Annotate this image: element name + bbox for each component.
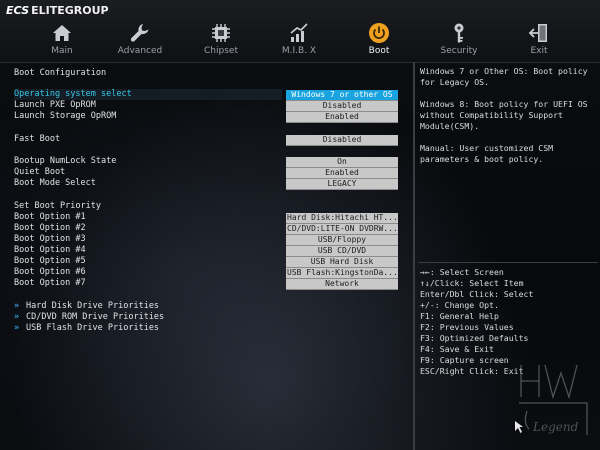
tab-security-label: Security bbox=[440, 46, 478, 56]
key-hint: ↑↓/Click: Select Item bbox=[420, 278, 524, 288]
submenu-arrow-icon: » bbox=[14, 301, 20, 311]
tab-advanced-label: Advanced bbox=[117, 46, 163, 56]
tab-boot[interactable]: Boot bbox=[349, 22, 409, 60]
boot-option-3-label[interactable]: Boot Option #3 bbox=[14, 234, 86, 245]
boot-mode-value[interactable]: LEGACY bbox=[286, 179, 398, 190]
key-hint: +/-: Change Opt. bbox=[420, 300, 499, 310]
tab-main[interactable]: Main bbox=[32, 22, 92, 60]
boot-option-5-label[interactable]: Boot Option #5 bbox=[14, 256, 86, 267]
submenu-cdrom-priorities[interactable]: » CD/DVD ROM Drive Priorities bbox=[14, 312, 164, 323]
priority-title: Set Boot Priority bbox=[14, 201, 101, 211]
fast-boot-value[interactable]: Disabled bbox=[286, 135, 398, 146]
boot-option-2-label[interactable]: Boot Option #2 bbox=[14, 223, 86, 234]
boot-option-1-value[interactable]: Hard Disk:Hitachi HT... bbox=[286, 213, 398, 224]
key-hint: F4: Save & Exit bbox=[420, 344, 494, 354]
chip-icon bbox=[212, 24, 230, 42]
home-icon bbox=[53, 25, 71, 41]
tab-exit[interactable]: Exit bbox=[509, 22, 569, 60]
submenu-usb-priorities[interactable]: » USB Flash Drive Priorities bbox=[14, 323, 159, 334]
submenu-arrow-icon: » bbox=[14, 312, 20, 322]
boot-option-4-label[interactable]: Boot Option #4 bbox=[14, 245, 86, 256]
boot-option-6-value[interactable]: USB Flash:KingstonDa... bbox=[286, 268, 398, 279]
key-hint: F1: General Help bbox=[420, 311, 499, 321]
exit-icon bbox=[528, 24, 547, 42]
quiet-boot-label[interactable]: Quiet Boot bbox=[14, 167, 65, 178]
pxe-oprom-value[interactable]: Disabled bbox=[286, 101, 398, 112]
storage-oprom-value[interactable]: Enabled bbox=[286, 112, 398, 123]
panel-divider bbox=[413, 62, 415, 450]
tab-mibx-label: M.I.B. X bbox=[281, 46, 317, 56]
key-hint: F2: Previous Values bbox=[420, 322, 514, 332]
top-navigation-bar: ECS ELITEGROUP Main Advanced Chipset M.I.… bbox=[0, 0, 600, 63]
boot-mode-label[interactable]: Boot Mode Select bbox=[14, 178, 96, 189]
chart-icon bbox=[290, 23, 308, 42]
svg-text:Legend: Legend bbox=[532, 420, 579, 434]
key-hint: →←: Select Screen bbox=[420, 267, 504, 277]
tab-exit-label: Exit bbox=[530, 46, 548, 56]
quiet-boot-value[interactable]: Enabled bbox=[286, 168, 398, 179]
power-icon bbox=[369, 23, 389, 43]
boot-option-2-value[interactable]: CD/DVD:LITE-ON DVDRW... bbox=[286, 224, 398, 235]
brand-logo: ECS ELITEGROUP bbox=[6, 4, 109, 17]
boot-settings-panel: Boot Configuration Operating system sele… bbox=[0, 62, 412, 450]
os-select-value[interactable]: Windows 7 or other OS bbox=[286, 90, 398, 101]
wrench-icon bbox=[130, 24, 149, 42]
submenu-arrow-icon: » bbox=[14, 323, 20, 333]
tab-chipset[interactable]: Chipset bbox=[191, 22, 251, 60]
tab-security[interactable]: Security bbox=[429, 22, 489, 60]
tab-main-label: Main bbox=[51, 46, 73, 56]
storage-oprom-label[interactable]: Launch Storage OpROM bbox=[14, 111, 116, 122]
brand-ecs: ECS bbox=[6, 4, 30, 17]
boot-option-4-value[interactable]: USB CD/DVD bbox=[286, 246, 398, 257]
submenu-cdrom-label: CD/DVD ROM Drive Priorities bbox=[26, 312, 165, 322]
fast-boot-label[interactable]: Fast Boot bbox=[14, 134, 60, 145]
section-title: Boot Configuration bbox=[14, 68, 107, 78]
submenu-usb-label: USB Flash Drive Priorities bbox=[26, 323, 160, 333]
boot-option-7-label[interactable]: Boot Option #7 bbox=[14, 278, 86, 289]
tab-boot-label: Boot bbox=[368, 46, 390, 56]
submenu-hdd-priorities[interactable]: » Hard Disk Drive Priorities bbox=[14, 301, 159, 312]
brand-name: ELITEGROUP bbox=[31, 4, 109, 17]
key-hint: F3: Optimized Defaults bbox=[420, 333, 529, 343]
watermark-logo: Legend bbox=[515, 364, 588, 435]
boot-option-6-label[interactable]: Boot Option #6 bbox=[14, 267, 86, 278]
submenu-hdd-label: Hard Disk Drive Priorities bbox=[26, 301, 160, 311]
tab-chipset-label: Chipset bbox=[204, 46, 238, 56]
tab-advanced[interactable]: Advanced bbox=[110, 22, 170, 60]
boot-option-3-value[interactable]: USB/Floppy bbox=[286, 235, 398, 246]
pxe-oprom-label[interactable]: Launch PXE OpROM bbox=[14, 100, 96, 111]
numlock-value[interactable]: On bbox=[286, 157, 398, 168]
boot-option-7-value[interactable]: Network bbox=[286, 279, 398, 290]
help-separator bbox=[418, 262, 598, 263]
key-icon bbox=[454, 23, 464, 43]
numlock-label[interactable]: Bootup NumLock State bbox=[14, 156, 116, 167]
boot-option-1-label[interactable]: Boot Option #1 bbox=[14, 212, 86, 223]
boot-option-5-value[interactable]: USB Hard Disk bbox=[286, 257, 398, 268]
os-select-label[interactable]: Operating system select bbox=[14, 89, 132, 100]
tab-mibx[interactable]: M.I.B. X bbox=[269, 22, 329, 60]
key-hint: Enter/Dbl Click: Select bbox=[420, 289, 534, 299]
help-text: Windows 7 or Other OS: Boot policy for L… bbox=[420, 66, 588, 164]
